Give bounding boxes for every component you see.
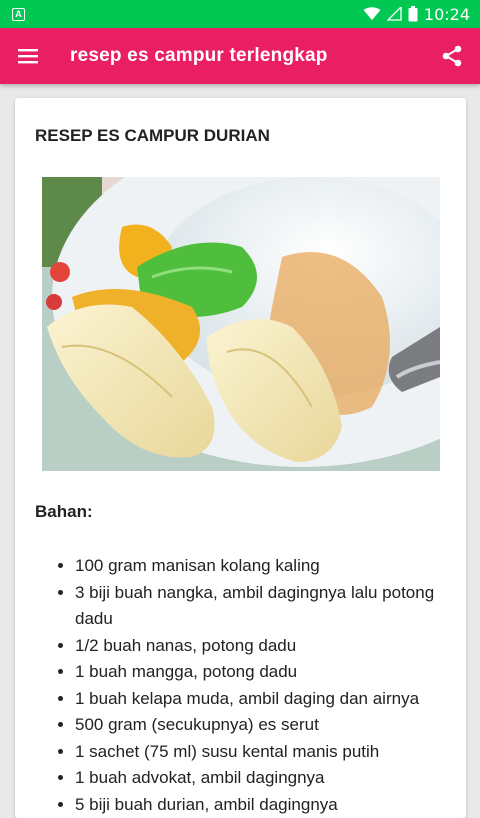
share-icon <box>442 45 462 67</box>
recipe-title: RESEP ES CAMPUR DURIAN <box>35 126 270 146</box>
hamburger-menu-icon <box>18 48 38 64</box>
list-item: 100 gram manisan kolang kaling <box>75 553 450 580</box>
battery-icon <box>408 6 418 22</box>
list-item: 5 biji buah durian, ambil dagingnya <box>75 792 450 818</box>
clock: 10:24 <box>424 5 470 24</box>
ingredients-heading: Bahan: <box>35 502 93 522</box>
app-bar: resep es campur terlengkap <box>0 28 480 84</box>
list-item: 1 buah kelapa muda, ambil daging dan air… <box>75 686 450 713</box>
share-button[interactable] <box>424 28 480 84</box>
recipe-photo <box>42 177 440 471</box>
cell-signal-icon <box>387 7 402 21</box>
notification-icon: A <box>12 8 25 21</box>
list-item: 500 gram (secukupnya) es serut <box>75 712 450 739</box>
app-title: resep es campur terlengkap <box>56 45 424 67</box>
recipe-card: RESEP ES CAMPUR DURIAN <box>15 98 466 818</box>
status-bar: A 10:24 <box>0 0 480 28</box>
wifi-icon <box>363 7 381 21</box>
list-item: 1 buah advokat, ambil dagingnya <box>75 765 450 792</box>
list-item: 3 biji buah nangka, ambil dagingnya lalu… <box>75 580 450 633</box>
list-item: 1 sachet (75 ml) susu kental manis putih <box>75 739 450 766</box>
list-item: 1 buah mangga, potong dadu <box>75 659 450 686</box>
list-item: 1/2 buah nanas, potong dadu <box>75 633 450 660</box>
menu-button[interactable] <box>0 28 56 84</box>
ingredients-list: 100 gram manisan kolang kaling 3 biji bu… <box>55 553 450 818</box>
